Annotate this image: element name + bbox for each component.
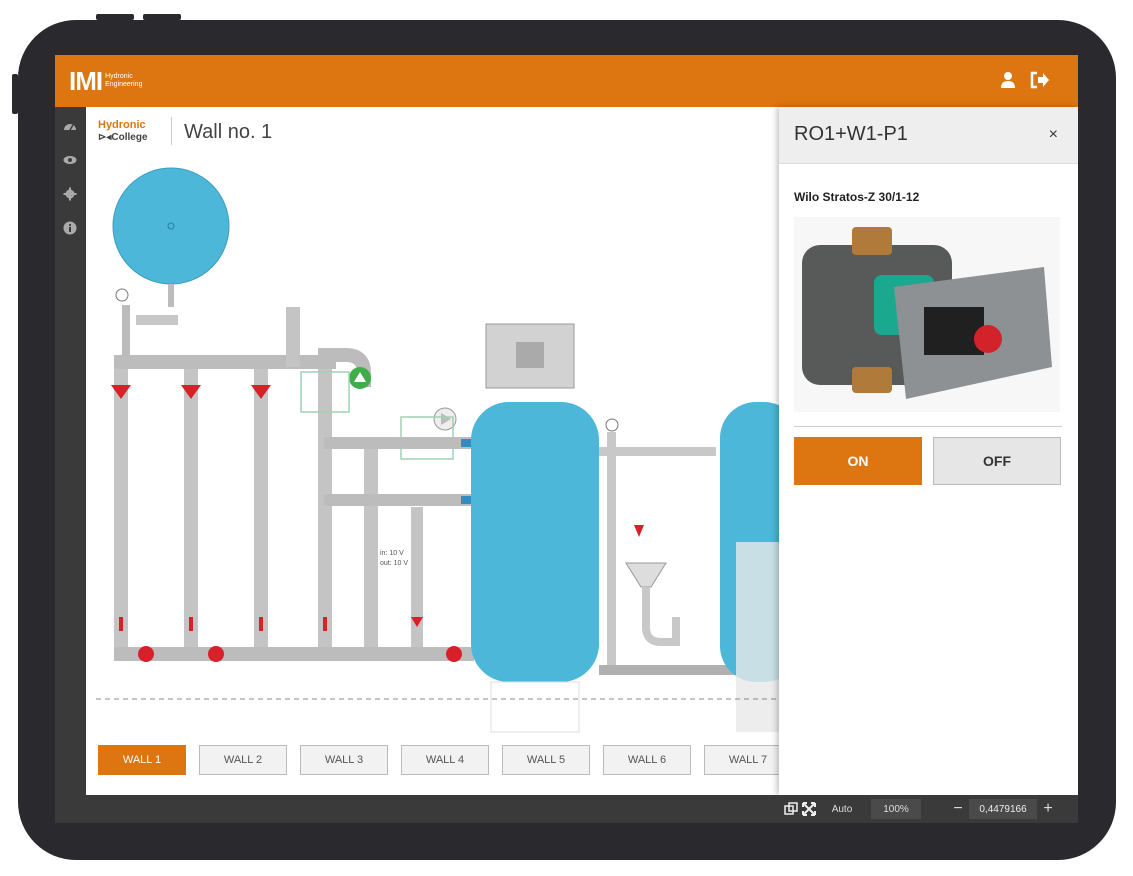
tab-wall-5[interactable]: WALL 5 [502,745,590,775]
valve-handle[interactable] [119,617,123,631]
info-icon[interactable] [63,221,77,235]
top-bar: IMI Hydronic Engineering [55,55,1078,107]
valve[interactable] [208,646,224,662]
riser-pipe [184,369,198,647]
pressure-gauge[interactable] [115,288,129,302]
tab-wall-3[interactable]: WALL 3 [300,745,388,775]
valve-handle[interactable] [323,617,327,631]
pump-control-knob [974,325,1002,353]
pipe [286,307,300,367]
sidebar [55,107,86,823]
device-panel: RO1+W1-P1 × Wilo Stratos-Z 30/1-12 ON OF… [779,107,1078,795]
logout-icon[interactable] [1030,71,1050,89]
tab-wall-2[interactable]: WALL 2 [199,745,287,775]
off-button[interactable]: OFF [933,437,1061,485]
fit-screen-icon[interactable] [802,799,816,819]
valve-handle[interactable] [189,617,193,631]
storage-tank-1[interactable] [471,402,599,682]
window-restore-icon[interactable] [783,799,799,819]
panel-title: RO1+W1-P1 [794,123,908,145]
tab-wall-1[interactable]: WALL 1 [98,745,186,775]
zoom-in-icon[interactable]: + [1041,799,1055,819]
zoom-value-field[interactable]: 0,4479166 [969,799,1037,819]
tablet-button [143,14,181,20]
bottom-toolbar: Auto 100% − 0,4479166 + [86,795,1078,823]
valve[interactable] [446,646,462,662]
riser-pipe [364,442,378,647]
drain-trap [642,587,680,646]
zoom-auto-button[interactable]: Auto [823,799,861,819]
sensor-readout-out: out: 10 V [380,560,408,567]
pipe [607,432,616,667]
pressure-gauge[interactable] [605,418,619,432]
sensor-readout-in: in: 10 V [380,550,404,557]
pipe [324,494,474,506]
riser-pipe [114,369,128,647]
tablet-button [96,14,134,20]
valve-handle[interactable] [259,617,263,631]
close-icon[interactable]: × [1049,126,1058,144]
pump-image [794,217,1060,412]
pipe [599,447,716,456]
title-divider [171,117,172,145]
controller-display [516,342,544,368]
pipe-header-top [114,355,336,369]
valve-group [111,385,462,662]
pump-flange [852,367,892,393]
valve[interactable] [634,525,644,537]
on-button[interactable]: ON [794,437,922,485]
tank-stand [490,681,580,733]
app-screen: IMI Hydronic Engineering Hydronic ⊳◂Coll… [55,55,1078,823]
pipe [136,315,178,325]
pump-flange [852,227,892,255]
user-icon[interactable] [1000,71,1016,89]
device-name: Wilo Stratos-Z 30/1-12 [794,190,920,204]
page-title: Wall no. 1 [184,121,273,143]
riser-pipe [318,369,332,647]
zoom-out-icon[interactable]: − [951,799,965,819]
expansion-vessel[interactable] [112,167,230,285]
drain-funnel [625,562,667,588]
tab-wall-4[interactable]: WALL 4 [401,745,489,775]
pipe [324,437,474,449]
panel-divider [794,426,1062,427]
hydronic-college-logo: Hydronic ⊳◂College [98,119,148,143]
panel-header: RO1+W1-P1 × [779,107,1078,164]
pipe-header-bottom [114,647,474,661]
imi-logo: IMI Hydronic Engineering [69,66,143,96]
dashboard-icon[interactable] [63,119,77,133]
eye-icon[interactable] [63,153,77,167]
zoom-100-button[interactable]: 100% [871,799,921,819]
wall-tabs: WALL 1 WALL 2 WALL 3 WALL 4 WALL 5 WALL … [98,745,792,775]
tab-wall-6[interactable]: WALL 6 [603,745,691,775]
riser-pipe [254,369,268,647]
tablet-button [12,74,18,114]
pump-display [924,307,984,355]
gear-icon[interactable] [63,187,77,201]
pipe [122,305,130,355]
valve[interactable] [138,646,154,662]
